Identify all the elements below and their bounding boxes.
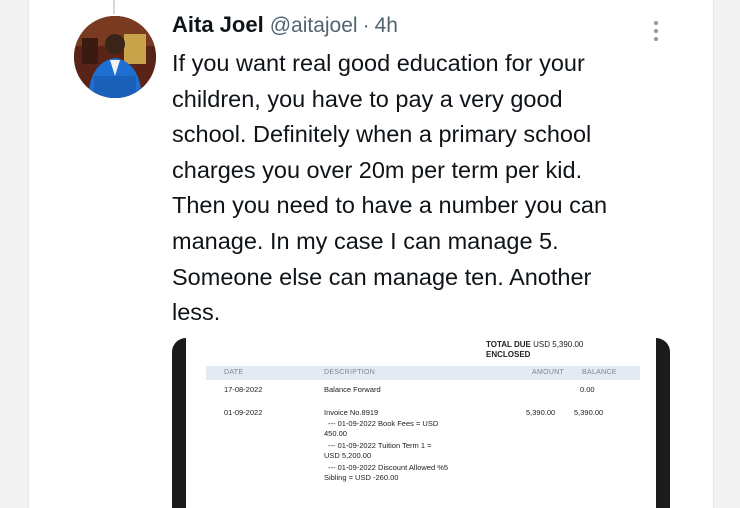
tweet-text-line: Then you need to have a number you can (172, 192, 608, 219)
separator-dot: · (362, 14, 370, 37)
row-date: 17-08-2022 (224, 385, 263, 394)
balance-header: BALANCE (582, 369, 617, 376)
enclosed-label: ENCLOSED (486, 350, 531, 359)
more-options-button[interactable] (644, 16, 668, 46)
description-header: DESCRIPTION (324, 369, 376, 376)
row-date: 01-09-2022 (224, 408, 263, 417)
invoice-detail-line: 450.00 (324, 429, 347, 438)
total-due-value: USD 5,390.00 (533, 340, 584, 349)
tweet-text-line: less. (172, 299, 221, 326)
tweet-timestamp[interactable]: 4h (375, 14, 398, 38)
amount-header: AMOUNT (532, 369, 565, 376)
thread-connector-line (113, 0, 115, 14)
more-options-icon (654, 21, 658, 25)
tweet-media-image[interactable]: TOTAL DUE USD 5,390.00 ENCLOSED DATE DES… (172, 338, 670, 508)
author-handle[interactable]: @aitajoel (270, 14, 358, 38)
tweet-header: Aita Joel @aitajoel · 4h (172, 12, 398, 44)
avatar[interactable] (74, 16, 156, 98)
total-due-label: TOTAL DUE (486, 340, 531, 349)
row-balance: 0.00 (580, 385, 595, 394)
profile-photo-icon (74, 16, 156, 98)
total-due-box: TOTAL DUE USD 5,390.00 ENCLOSED (486, 340, 583, 360)
tweet-text-line: manage. In my case I can manage 5. (172, 227, 559, 254)
date-header: DATE (224, 369, 244, 376)
invoice-detail-line: Sibling = USD -260.00 (324, 473, 399, 482)
invoice-detail-line: USD 5,200.00 (324, 451, 372, 460)
more-options-icon-dot (654, 37, 658, 41)
author-name[interactable]: Aita Joel (172, 12, 264, 38)
row-balance: 5,390.00 (574, 408, 604, 417)
invoice-detail-line: --- 01-09-2022 Discount Allowed %5 (328, 463, 449, 472)
tweet-text-line: school. Definitely when a primary school (172, 121, 592, 148)
invoice-detail-line: --- 01-09-2022 Book Fees = USD (328, 419, 439, 428)
tweet-text-line: Someone else can manage ten. Another (172, 263, 592, 290)
row-description: Balance Forward (324, 385, 381, 394)
tweet-text-line: charges you over 20m per term per kid. (172, 156, 583, 183)
row-description: Invoice No.8919 (324, 408, 379, 417)
invoice-detail-line: --- 01-09-2022 Tuition Term 1 = (328, 441, 432, 450)
tweet-text-line: If you want real good education for your (172, 50, 585, 76)
row-amount: 5,390.00 (526, 408, 556, 417)
tweet-text-line: children, you have to pay a very good (172, 85, 563, 112)
invoice-document: TOTAL DUE USD 5,390.00 ENCLOSED DATE DES… (186, 338, 656, 508)
invoice-table-header: DATE DESCRIPTION AMOUNT BALANCE (206, 366, 640, 380)
tweet-text: If you want real good education for your… (172, 46, 677, 331)
more-options-icon-dot (654, 29, 658, 33)
